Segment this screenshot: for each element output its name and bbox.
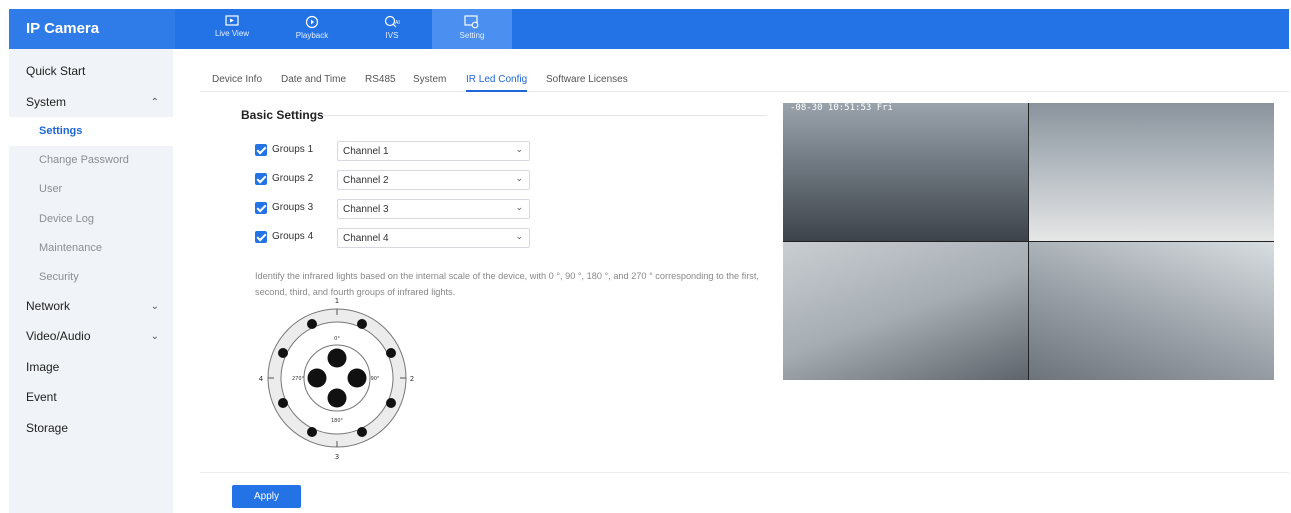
sidebar-item-image[interactable]: Image	[9, 353, 173, 382]
channel-select[interactable]: Channel 4 ⌄	[337, 228, 530, 248]
footer-divider	[200, 472, 1289, 473]
sidebar-item-event[interactable]: Event	[9, 383, 173, 412]
group-checkbox[interactable]	[255, 202, 267, 214]
sidebar-item-label: User	[39, 183, 63, 195]
nav-playback-label: Playback	[295, 31, 329, 40]
apply-button[interactable]: Apply	[232, 485, 301, 508]
sidebar-item-label: Change Password	[39, 154, 129, 166]
setting-icon	[464, 15, 479, 29]
sidebar-item-settings[interactable]: Settings	[9, 117, 173, 146]
sidebar-item-label: System	[26, 95, 67, 109]
video-quadrant	[1029, 242, 1274, 380]
chevron-down-icon: ⌄	[515, 144, 523, 154]
video-quadrant	[1029, 103, 1274, 241]
group-label: Groups 2	[272, 173, 314, 184]
sidebar-item-label: Settings	[39, 125, 83, 137]
nav-live-view-label: Live View	[214, 29, 250, 38]
tab-system[interactable]: System	[413, 74, 446, 85]
nav-ivs[interactable]: AI IVS	[352, 9, 432, 49]
group-checkbox[interactable]	[255, 231, 267, 243]
diagram-outer-label-right: 2	[410, 375, 414, 383]
svg-text:AI: AI	[395, 20, 400, 26]
diagram-inner-label-left: 270°	[292, 376, 305, 382]
sidebar-item-label: Image	[26, 360, 60, 374]
sidebar-item-label: Network	[26, 299, 71, 313]
video-timestamp: -08-30 10:51:53 Fri	[790, 103, 893, 113]
sidebar-item-security[interactable]: Security	[9, 263, 173, 292]
video-divider	[783, 241, 1274, 242]
sidebar-item-user[interactable]: User	[9, 175, 173, 204]
diagram-inner-label-top: 0°	[334, 336, 340, 342]
tab-device-info[interactable]: Device Info	[212, 74, 262, 85]
chevron-up-icon: ⌃	[150, 97, 159, 108]
sidebar-item-label: Quick Start	[26, 64, 86, 78]
sidebar-item-system[interactable]: System ⌃	[9, 88, 173, 117]
tab-ir-led-config[interactable]: IR Led Config	[466, 74, 528, 92]
nav-setting[interactable]: Setting	[432, 9, 512, 49]
nav-live-view[interactable]: Live View	[192, 9, 272, 49]
sidebar-item-label: Event	[26, 390, 57, 404]
ivs-icon: AI	[384, 15, 400, 28]
chevron-down-icon: ⌄	[150, 331, 159, 342]
channel-select[interactable]: Channel 1 ⌄	[337, 141, 530, 161]
diagram-inner-label-right: 90°	[371, 376, 380, 382]
nav-ivs-label: IVS	[385, 31, 399, 40]
settings-tabs: Device Info Date and Time RS485 System I…	[200, 70, 1289, 92]
sidebar-item-change-password[interactable]: Change Password	[9, 146, 173, 175]
nav-playback[interactable]: Playback	[272, 9, 352, 49]
channel-select-value: Channel 2	[343, 175, 389, 186]
live-view-icon	[225, 15, 239, 26]
sidebar-item-quick-start[interactable]: Quick Start	[9, 57, 173, 86]
video-quadrant	[783, 242, 1028, 380]
diagram-outer-label-top: 1	[335, 297, 339, 305]
diagram-outer-label-bottom: 3	[335, 453, 339, 461]
sidebar: Quick Start System ⌃ Settings Change Pass…	[9, 49, 173, 513]
diagram-outer-label-left: 4	[259, 375, 264, 383]
group-checkbox[interactable]	[255, 144, 267, 156]
channel-select-value: Channel 1	[343, 146, 389, 157]
group-label: Groups 1	[272, 144, 314, 155]
channel-select[interactable]: Channel 2 ⌄	[337, 170, 530, 190]
chevron-down-icon: ⌄	[515, 173, 523, 183]
tab-rs485[interactable]: RS485	[365, 74, 396, 85]
group-checkbox[interactable]	[255, 173, 267, 185]
tab-software-licenses[interactable]: Software Licenses	[546, 74, 628, 85]
sidebar-item-label: Device Log	[39, 213, 95, 225]
sidebar-item-label: Maintenance	[39, 242, 102, 254]
group-label: Groups 4	[272, 231, 314, 242]
chevron-down-icon: ⌄	[515, 231, 523, 241]
live-video-preview[interactable]	[783, 103, 1274, 380]
chevron-down-icon: ⌄	[150, 301, 159, 312]
nav-setting-label: Setting	[459, 31, 485, 40]
app-title: IP Camera	[9, 9, 175, 49]
video-quadrant	[783, 103, 1028, 241]
chevron-down-icon: ⌄	[515, 202, 523, 212]
sidebar-item-label: Video/Audio	[26, 329, 91, 343]
section-divider	[322, 115, 767, 116]
sidebar-item-video-audio[interactable]: Video/Audio ⌄	[9, 322, 173, 351]
sidebar-item-label: Storage	[26, 421, 69, 435]
section-title: Basic Settings	[241, 108, 324, 122]
channel-select-value: Channel 4	[343, 233, 389, 244]
channel-select-value: Channel 3	[343, 204, 389, 215]
sidebar-item-label: Security	[39, 271, 79, 283]
group-label: Groups 3	[272, 202, 314, 213]
top-navigation-bar: IP Camera Live View Playback AI IVS Sett…	[9, 9, 1289, 49]
tab-date-and-time[interactable]: Date and Time	[281, 74, 346, 85]
ir-led-diagram: 1 2 3 4 0° 90° 180° 270°	[259, 297, 414, 461]
sidebar-item-storage[interactable]: Storage	[9, 414, 173, 443]
playback-icon	[305, 15, 319, 29]
sidebar-item-network[interactable]: Network ⌄	[9, 292, 173, 321]
sidebar-item-device-log[interactable]: Device Log	[9, 205, 173, 234]
channel-select[interactable]: Channel 3 ⌄	[337, 199, 530, 219]
diagram-inner-label-bottom: 180°	[331, 418, 344, 424]
sidebar-item-maintenance[interactable]: Maintenance	[9, 234, 173, 263]
